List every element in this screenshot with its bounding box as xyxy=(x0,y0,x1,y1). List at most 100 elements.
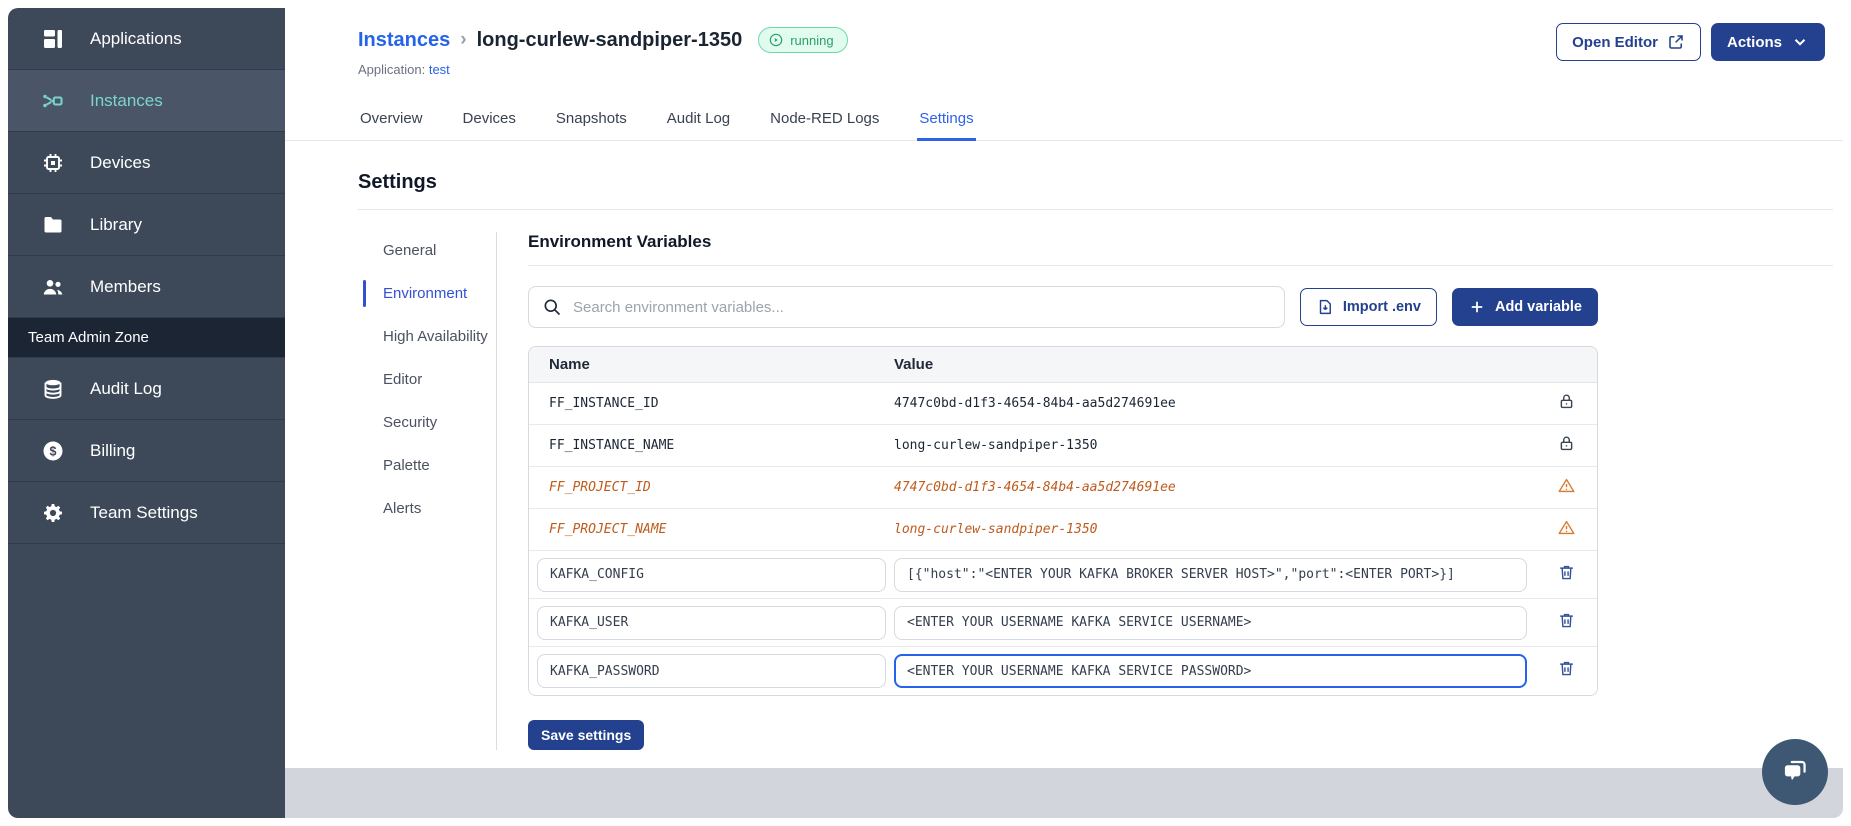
sidebar: Applications Instances Devices Library Membe… xyxy=(8,8,285,818)
env-row-ff_project_name: FF_PROJECT_NAME long-curlew-sandpiper-135… xyxy=(529,509,1597,551)
main-area: Instances › long-curlew-sandpiper-1350 r… xyxy=(285,8,1843,818)
settings-nav-alerts[interactable]: Alerts xyxy=(358,494,496,523)
env-row-ff_instance_name: FF_INSTANCE_NAME long-curlew-sandpiper-13… xyxy=(529,425,1597,467)
sidebar-item-label: Library xyxy=(90,214,142,234)
lock-icon xyxy=(1557,434,1576,458)
sidebar-section-label: Team Admin Zone xyxy=(8,318,285,358)
trash-icon[interactable] xyxy=(1557,659,1576,683)
external-link-icon xyxy=(1667,33,1685,51)
settings-page-title: Settings xyxy=(358,171,1833,210)
add-variable-label: Add variable xyxy=(1494,299,1582,315)
settings-content: Environment Variables Impo xyxy=(528,232,1843,750)
env-row-ff_project_id: FF_PROJECT_ID 4747c0bd-d1f3-4654-84b4-aa5… xyxy=(529,467,1597,509)
document-download-icon xyxy=(1316,298,1334,316)
settings-nav-security[interactable]: Security xyxy=(358,408,496,437)
env-name-text: FF_INSTANCE_NAME xyxy=(549,438,675,453)
header-buttons: Open Editor Actions xyxy=(1556,23,1825,61)
env-toolbar: Import .env Add variable xyxy=(528,286,1598,328)
section-title: Environment Variables xyxy=(528,232,1833,266)
env-name-text: FF_INSTANCE_ID xyxy=(549,396,659,411)
sidebar-item-library[interactable]: Library xyxy=(8,194,285,256)
instances-icon xyxy=(41,89,65,113)
add-variable-button[interactable]: Add variable xyxy=(1451,288,1598,326)
page: Applications Instances Devices Library Membe… xyxy=(0,0,1851,826)
env-value-input[interactable] xyxy=(894,654,1527,688)
team-settings-icon xyxy=(41,501,65,525)
tab-audit-log[interactable]: Audit Log xyxy=(665,104,732,140)
env-value-input[interactable] xyxy=(894,605,1527,640)
env-value-cell xyxy=(894,557,1535,592)
tab-snapshots[interactable]: Snapshots xyxy=(554,104,629,140)
settings-nav-high-availability[interactable]: High Availability xyxy=(358,322,496,351)
trash-icon[interactable] xyxy=(1557,563,1576,587)
members-icon xyxy=(41,275,65,299)
env-row-status xyxy=(1535,392,1597,416)
open-editor-button[interactable]: Open Editor xyxy=(1556,23,1701,61)
search-icon xyxy=(542,297,562,317)
application-link[interactable]: test xyxy=(429,62,450,77)
save-settings-button[interactable]: Save settings xyxy=(528,720,645,750)
chat-widget-button[interactable] xyxy=(1762,739,1828,805)
sidebar-item-audit-log[interactable]: Audit Log xyxy=(8,358,285,420)
env-value-cell xyxy=(894,654,1535,688)
env-row-actions xyxy=(1535,563,1597,587)
chat-icon xyxy=(1778,753,1812,792)
tab-settings[interactable]: Settings xyxy=(917,104,976,141)
actions-button[interactable]: Actions xyxy=(1710,23,1825,61)
sidebar-item-applications[interactable]: Applications xyxy=(8,8,285,70)
search-box xyxy=(528,286,1285,328)
tab-node-red-logs[interactable]: Node-RED Logs xyxy=(768,104,881,140)
env-row-ff_instance_id: FF_INSTANCE_ID 4747c0bd-d1f3-4654-84b4-aa… xyxy=(529,383,1597,425)
env-variables-table: Name Value FF_INSTANCE_ID 4747c0bd-d1f3-4… xyxy=(528,346,1598,696)
library-icon xyxy=(41,213,65,237)
env-row-status xyxy=(1535,434,1597,458)
breadcrumb-chevron-icon: › xyxy=(460,29,467,50)
sidebar-item-members[interactable]: Members xyxy=(8,256,285,318)
env-name-cell xyxy=(529,557,894,592)
search-input[interactable] xyxy=(573,298,1271,316)
import-env-label: Import .env xyxy=(1342,299,1421,315)
env-value-cell xyxy=(894,605,1535,640)
lock-icon xyxy=(1557,392,1576,416)
settings-nav-environment[interactable]: Environment xyxy=(358,279,496,308)
sidebar-item-devices[interactable]: Devices xyxy=(8,132,285,194)
instance-tabs: Overview Devices Snapshots Audit Log Node-RE… xyxy=(285,104,1843,141)
column-header-name: Name xyxy=(549,356,590,373)
sidebar-item-billing[interactable]: $ Billing xyxy=(8,420,285,482)
env-name-input[interactable] xyxy=(537,605,886,640)
sidebar-item-label: Billing xyxy=(90,440,136,460)
settings-nav-palette[interactable]: Palette xyxy=(358,451,496,480)
env-value-input[interactable] xyxy=(894,557,1527,592)
sidebar-item-team-settings[interactable]: Team Settings xyxy=(8,482,285,544)
env-name-input[interactable] xyxy=(537,654,886,688)
env-row-kafka_password xyxy=(529,647,1597,695)
sidebar-main-items: Applications Instances Devices Library Membe… xyxy=(8,8,285,318)
sidebar-item-label: Applications xyxy=(90,28,182,48)
sidebar-item-instances[interactable]: Instances xyxy=(8,70,285,132)
sidebar-item-label: Devices xyxy=(90,152,151,172)
status-badge: running xyxy=(758,27,848,53)
settings-nav-editor[interactable]: Editor xyxy=(358,365,496,394)
breadcrumb-instances-link[interactable]: Instances xyxy=(358,29,450,52)
application-label: Application: xyxy=(358,62,426,77)
import-env-button[interactable]: Import .env xyxy=(1299,288,1437,326)
tab-devices[interactable]: Devices xyxy=(461,104,518,140)
env-row-actions xyxy=(1535,611,1597,635)
env-row-status xyxy=(1535,476,1597,500)
env-name-input[interactable] xyxy=(537,557,886,592)
actions-label: Actions xyxy=(1726,33,1782,51)
env-row-status xyxy=(1535,518,1597,542)
bottom-gray-band xyxy=(285,768,1843,818)
open-editor-label: Open Editor xyxy=(1572,33,1658,51)
settings-nav: General Environment High Availability Edito… xyxy=(358,232,497,750)
settings-body: General Environment High Availability Edito… xyxy=(285,232,1843,750)
column-header-value: Value xyxy=(894,356,934,373)
table-rows: FF_INSTANCE_ID 4747c0bd-d1f3-4654-84b4-aa… xyxy=(529,383,1597,695)
trash-icon[interactable] xyxy=(1557,611,1576,635)
table-header: Name Value xyxy=(529,347,1597,383)
chevron-down-icon xyxy=(1791,33,1809,51)
app-frame: Applications Instances Devices Library Membe… xyxy=(8,8,1843,818)
tab-overview[interactable]: Overview xyxy=(358,104,425,140)
env-value-text: 4747c0bd-d1f3-4654-84b4-aa5d274691ee xyxy=(894,396,1176,411)
settings-nav-general[interactable]: General xyxy=(358,236,496,265)
